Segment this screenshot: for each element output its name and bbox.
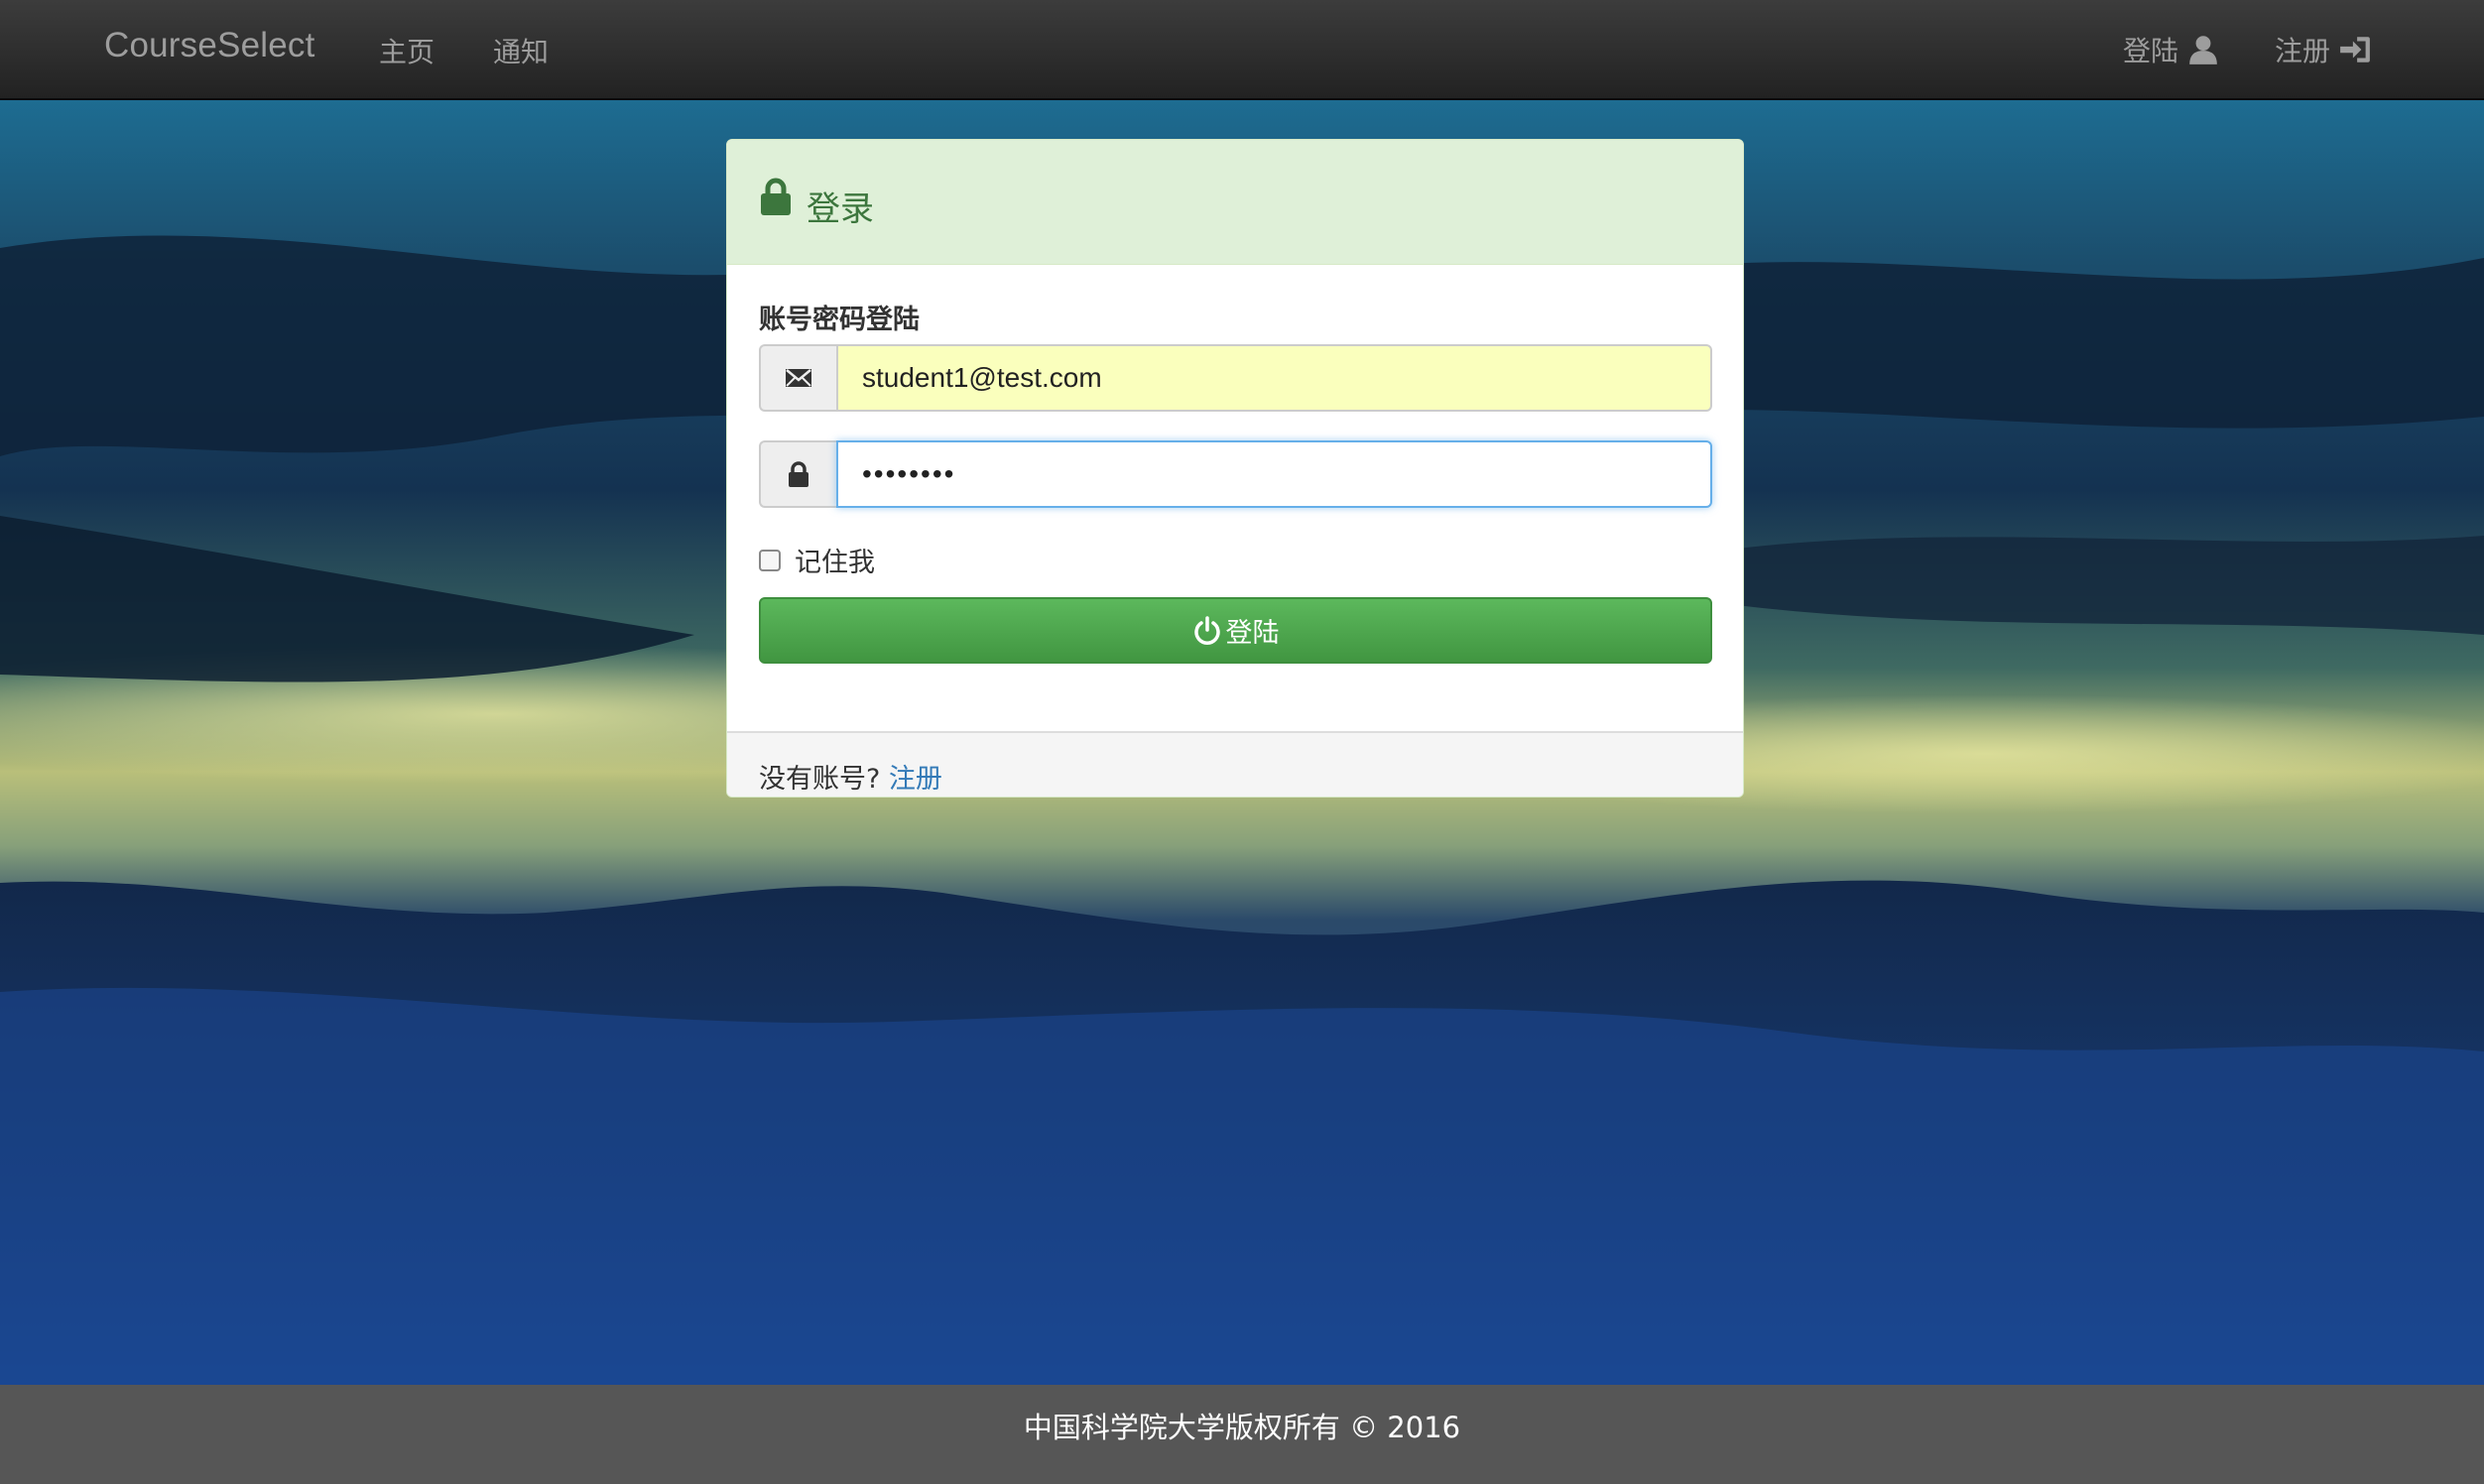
register-prompt: 没有账号? 注册 bbox=[759, 757, 942, 796]
nav-register-link[interactable]: 注册 bbox=[2275, 30, 2372, 69]
password-input-group bbox=[759, 440, 1712, 508]
brand-link[interactable]: CourseSelect bbox=[104, 26, 315, 65]
login-panel: 登录 账号密码登陆 记住我 bbox=[726, 139, 1744, 798]
nav-register-label: 注册 bbox=[2275, 35, 2331, 67]
log-in-icon bbox=[2340, 37, 2370, 62]
lock-icon bbox=[789, 461, 808, 487]
remember-me: 记住我 bbox=[759, 541, 875, 579]
power-icon bbox=[1193, 615, 1220, 645]
page-footer: 中国科学院大学版权所有 © 2016 bbox=[0, 1385, 2484, 1484]
copyright-text: 中国科学院大学版权所有 © 2016 bbox=[1023, 1411, 1461, 1444]
login-button-label: 登陆 bbox=[1225, 618, 1280, 649]
register-prompt-text: 没有账号? bbox=[759, 764, 889, 795]
top-navbar: CourseSelect 主页 通知 登陆 注册 bbox=[0, 0, 2484, 100]
login-button[interactable]: 登陆 bbox=[759, 597, 1712, 664]
login-panel-header: 登录 bbox=[727, 140, 1743, 265]
nav-link-notice[interactable]: 通知 bbox=[493, 31, 549, 70]
login-panel-footer: 没有账号? 注册 bbox=[727, 731, 1743, 797]
login-panel-body: 账号密码登陆 记住我 bbox=[727, 265, 1743, 797]
nav-link-home[interactable]: 主页 bbox=[379, 31, 435, 70]
email-input-group bbox=[759, 344, 1712, 412]
remember-label[interactable]: 记住我 bbox=[795, 541, 875, 579]
section-label: 账号密码登陆 bbox=[759, 305, 920, 335]
envelope-icon bbox=[786, 369, 811, 387]
nav-login-label: 登陆 bbox=[2123, 35, 2179, 67]
password-addon bbox=[759, 440, 836, 508]
password-field[interactable] bbox=[836, 440, 1712, 508]
email-field[interactable] bbox=[836, 344, 1712, 412]
user-icon bbox=[2189, 36, 2217, 64]
remember-checkbox[interactable] bbox=[759, 549, 781, 571]
email-addon bbox=[759, 344, 836, 412]
lock-icon bbox=[761, 178, 791, 215]
register-link[interactable]: 注册 bbox=[889, 764, 942, 795]
nav-login-link[interactable]: 登陆 bbox=[2123, 30, 2220, 69]
login-panel-title: 登录 bbox=[807, 189, 874, 229]
